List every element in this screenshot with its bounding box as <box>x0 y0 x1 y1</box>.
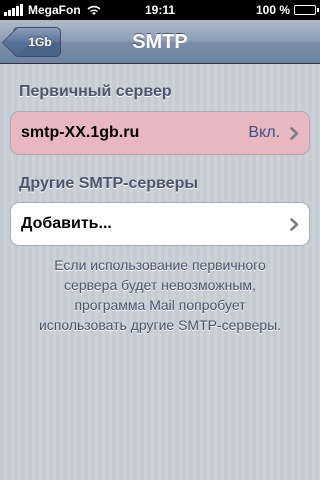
status-bar: MegaFon 19:11 100 % <box>0 0 320 20</box>
back-button-label: 1Gb <box>28 35 52 49</box>
other-servers-header: Другие SMTP-серверы <box>19 175 199 192</box>
add-server-cell[interactable]: Добавить... <box>10 202 310 246</box>
footer-line: программа Mail попробует <box>74 297 246 313</box>
footer-line: использовать другие SMTP-серверы. <box>38 317 282 333</box>
primary-server-status: Вкл. <box>248 124 280 141</box>
primary-server-header: Первичный сервер <box>19 83 172 100</box>
add-server-label: Добавить... <box>21 215 112 232</box>
back-button[interactable]: 1Gb <box>13 27 61 57</box>
footer-line: сервера будет невозможным, <box>64 277 256 293</box>
footer-line: Если использование первичного <box>54 257 266 273</box>
chevron-right-icon <box>290 126 299 140</box>
navigation-bar: SMTP 1Gb <box>0 20 320 64</box>
primary-server-cell[interactable]: smtp-XX.1gb.ru Вкл. <box>10 111 310 155</box>
battery-icon <box>294 5 319 15</box>
battery-percent: 100 % <box>255 3 290 17</box>
footer-note: Если использование первичного сервера бу… <box>20 255 300 335</box>
primary-server-name: smtp-XX.1gb.ru <box>21 124 140 141</box>
status-right: 100 % <box>255 3 319 17</box>
battery-nub <box>317 8 319 12</box>
chevron-right-icon <box>290 217 299 231</box>
